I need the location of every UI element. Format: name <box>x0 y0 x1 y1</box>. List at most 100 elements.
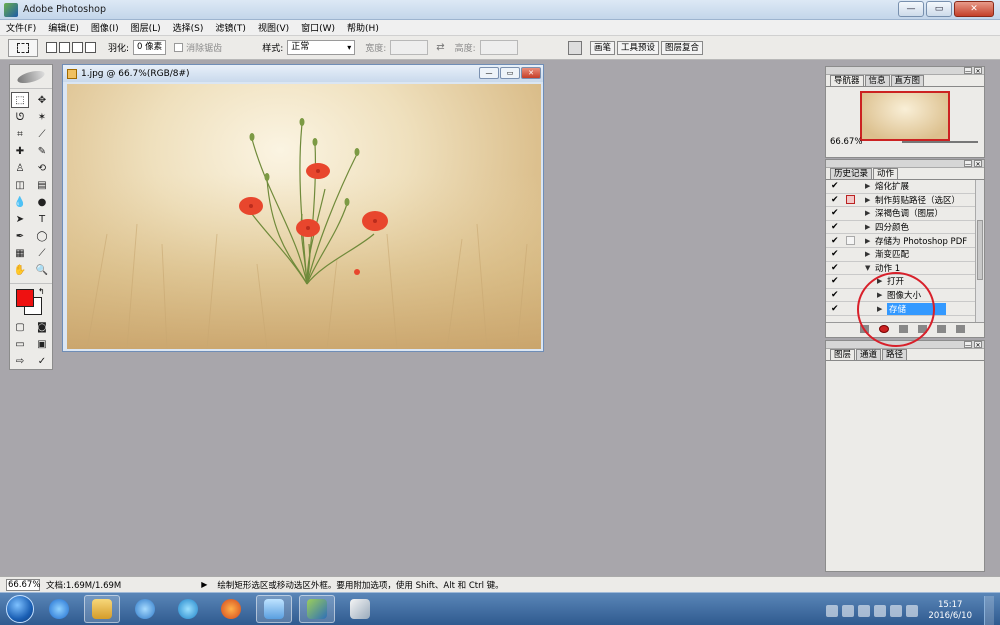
file-browser-icon[interactable] <box>568 41 582 55</box>
menu-image[interactable]: 图像(I) <box>91 21 119 34</box>
shape-tool-icon[interactable]: ◯ <box>33 228 51 244</box>
action-toggle-checkbox[interactable]: ✔ <box>831 236 841 246</box>
toolbox-header[interactable] <box>10 65 52 89</box>
swap-colors-icon[interactable]: ↰ <box>38 287 45 296</box>
intersect-selection-mode-icon[interactable] <box>85 42 96 53</box>
dialog-toggle-box[interactable] <box>846 236 855 246</box>
navigator-panel-grip[interactable]: — ✕ <box>826 67 984 75</box>
collapsed-triangle-icon[interactable]: ▶ <box>865 237 875 245</box>
taskbar-paint-icon[interactable] <box>342 595 378 623</box>
tab-histogram[interactable]: 直方图 <box>890 75 925 86</box>
subtract-selection-mode-icon[interactable] <box>72 42 83 53</box>
pen-tool-icon[interactable]: ✒ <box>11 228 29 244</box>
actions-close-button[interactable]: ✕ <box>974 160 982 168</box>
navigator-close-button[interactable]: ✕ <box>974 67 982 75</box>
healing-brush-tool-icon[interactable]: ✚ <box>11 143 29 159</box>
action-row[interactable]: ✔ ▶ 熔化扩展 <box>826 180 984 194</box>
action-toggle-checkbox[interactable]: ✔ <box>831 222 841 232</box>
taskbar-window-icon[interactable] <box>256 595 292 623</box>
tab-info[interactable]: 信息 <box>864 75 890 86</box>
standard-screen-mode-icon[interactable]: ▭ <box>11 336 29 352</box>
taskbar-browser-icon[interactable] <box>170 595 206 623</box>
actions-scrollbar[interactable] <box>975 180 984 322</box>
document-title-bar[interactable]: 1.jpg @ 66.7%(RGB/8#) — ▭ ✕ <box>63 65 543 82</box>
slice-tool-icon[interactable]: ⟋ <box>33 126 51 142</box>
document-maximize-button[interactable]: ▭ <box>500 67 520 79</box>
style-select[interactable]: 正常 <box>287 40 356 55</box>
clone-stamp-tool-icon[interactable]: ♙ <box>11 160 29 176</box>
layers-minimize-button[interactable]: — <box>964 341 972 349</box>
quick-mask-mode-icon[interactable]: ◙ <box>33 319 51 335</box>
menu-file[interactable]: 文件(F) <box>6 21 36 34</box>
document-size[interactable]: 文档:1.69M/1.69M <box>46 579 121 591</box>
document-minimize-button[interactable]: — <box>479 67 499 79</box>
tray-shield-icon[interactable] <box>858 605 871 617</box>
antialias-checkbox[interactable]: 消除锯齿 <box>174 41 222 54</box>
taskbar-firefox-icon[interactable] <box>213 595 249 623</box>
action-toggle-checkbox[interactable]: ✔ <box>831 249 841 259</box>
action-row[interactable]: ✔ ▶ 存储为 Photoshop PDF <box>826 234 984 248</box>
feather-input[interactable]: 0 像素 <box>133 40 167 55</box>
action-row[interactable]: ✔ ▶ 渐变匹配 <box>826 248 984 262</box>
new-selection-mode-icon[interactable] <box>46 42 57 53</box>
start-button[interactable] <box>6 595 34 623</box>
move-tool-icon[interactable]: ✥ <box>33 92 51 108</box>
tab-paths[interactable]: 路径 <box>882 349 908 360</box>
menu-edit[interactable]: 编辑(E) <box>48 21 79 34</box>
full-screen-mode-icon[interactable]: ▣ <box>33 336 51 352</box>
foreground-color-swatch[interactable] <box>16 289 34 307</box>
brush-tool-icon[interactable]: ✎ <box>33 143 51 159</box>
layers-close-button[interactable]: ✕ <box>974 341 982 349</box>
collapsed-triangle-icon[interactable]: ▶ <box>865 223 875 231</box>
well-tab-tool-presets[interactable]: 工具预设 <box>617 41 660 55</box>
menu-select[interactable]: 选择(S) <box>173 21 204 34</box>
height-input[interactable] <box>479 40 518 55</box>
dodge-tool-icon[interactable]: ● <box>33 194 51 210</box>
navigator-zoom-slider[interactable] <box>902 141 979 143</box>
tab-navigator[interactable]: 导航器 <box>830 75 864 86</box>
tab-layers[interactable]: 图层 <box>830 349 856 360</box>
action-toggle-checkbox[interactable]: ✔ <box>831 304 841 314</box>
action-toggle-checkbox[interactable]: ✔ <box>831 276 841 286</box>
navigator-minimize-button[interactable]: — <box>964 67 972 75</box>
notes-tool-icon[interactable]: ▦ <box>11 245 29 261</box>
path-selection-tool-icon[interactable]: ➤ <box>11 211 29 227</box>
action-toggle-checkbox[interactable]: ✔ <box>831 290 841 300</box>
tray-help-icon[interactable] <box>842 605 855 617</box>
marquee-tool-icon[interactable]: ⬚ <box>11 92 29 108</box>
taskbar-explorer-icon[interactable] <box>84 595 120 623</box>
menu-layer[interactable]: 图层(L) <box>131 21 161 34</box>
tab-channels[interactable]: 通道 <box>856 349 882 360</box>
tray-flag-icon[interactable] <box>874 605 887 617</box>
collapsed-triangle-icon[interactable]: ▶ <box>865 196 875 204</box>
tray-volume-icon[interactable] <box>906 605 919 617</box>
delete-action-icon[interactable] <box>956 324 965 333</box>
jump-to-imageready-icon[interactable]: ⇨ <box>11 353 29 369</box>
dialog-toggle-box[interactable] <box>846 195 855 205</box>
actions-scrollbar-thumb[interactable] <box>977 220 983 280</box>
collapsed-triangle-icon[interactable]: ▶ <box>865 250 875 258</box>
menu-help[interactable]: 帮助(H) <box>347 21 379 34</box>
actions-minimize-button[interactable]: — <box>964 160 972 168</box>
action-toggle-checkbox[interactable]: ✔ <box>831 181 841 191</box>
navigator-zoom[interactable]: 66.67% <box>830 137 862 147</box>
menu-window[interactable]: 窗口(W) <box>301 21 335 34</box>
maximize-button[interactable]: ▭ <box>926 1 952 17</box>
well-tab-brushes[interactable]: 画笔 <box>590 41 616 55</box>
tray-monitor-icon[interactable] <box>890 605 903 617</box>
tab-history[interactable]: 历史记录 <box>830 168 873 179</box>
eraser-tool-icon[interactable]: ◫ <box>11 177 29 193</box>
width-input[interactable] <box>390 40 429 55</box>
taskbar-clock[interactable]: 15:17 2016/6/10 <box>928 600 972 622</box>
eyedropper-tool-icon[interactable]: ⟋ <box>33 245 51 261</box>
close-button[interactable]: ✕ <box>954 1 994 17</box>
layers-list[interactable] <box>826 361 984 561</box>
swap-width-height-icon[interactable]: ⇄ <box>436 42 444 53</box>
navigator-thumbnail[interactable] <box>860 91 950 141</box>
collapsed-triangle-icon[interactable]: ▶ <box>865 209 875 217</box>
crop-tool-icon[interactable]: ⌗ <box>11 126 29 142</box>
tray-network-icon[interactable] <box>826 605 839 617</box>
hand-tool-icon[interactable]: ✋ <box>11 262 29 278</box>
new-action-icon[interactable] <box>937 324 946 333</box>
tab-actions[interactable]: 动作 <box>873 168 899 179</box>
